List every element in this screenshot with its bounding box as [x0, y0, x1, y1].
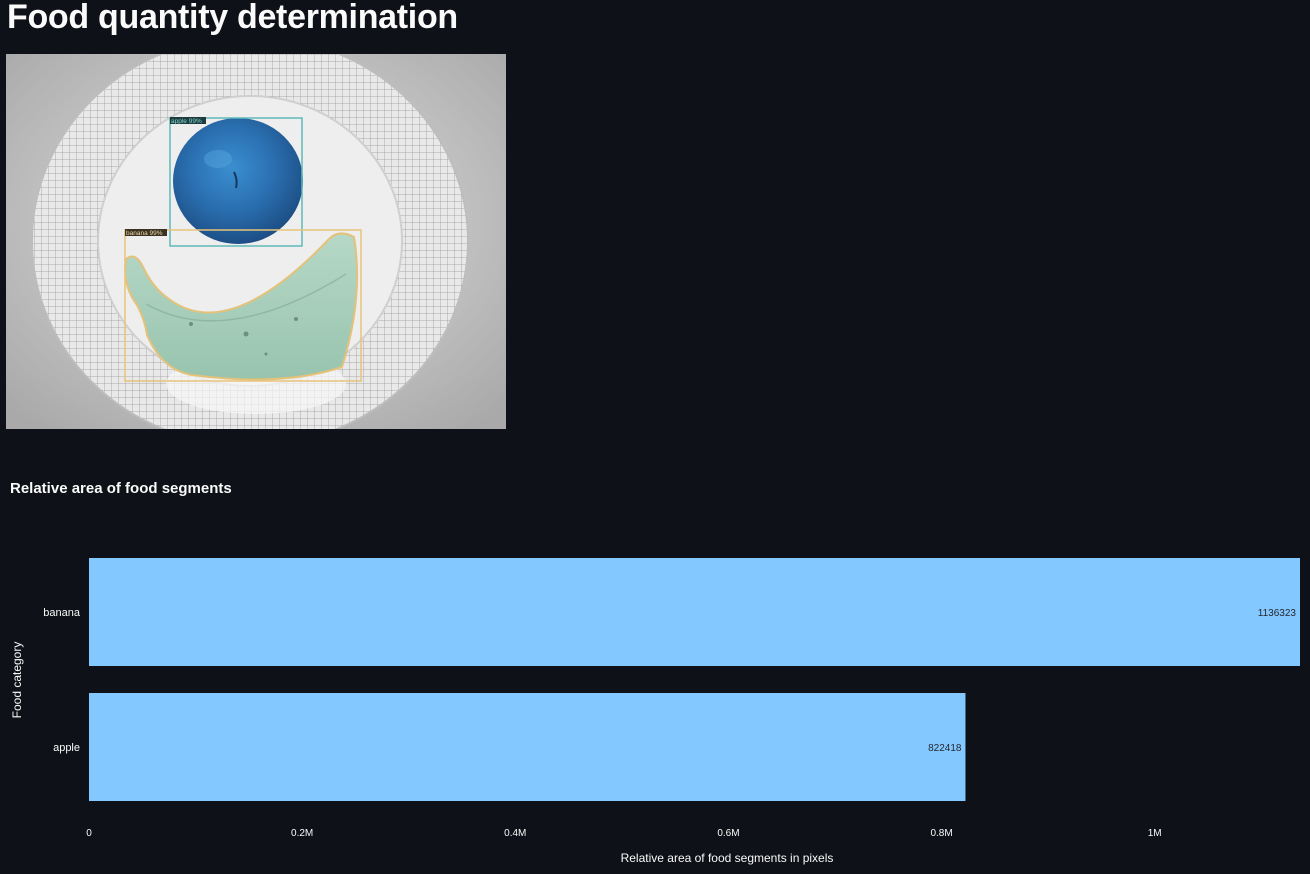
x-tick-label: 0.8M: [930, 828, 952, 839]
area-bar-chart[interactable]: 1136323 banana 822418 apple 0 0.2M 0.4M 0.6M 0.8…: [0, 520, 1310, 874]
x-tick-label: 0.4M: [504, 828, 526, 839]
x-axis-title: Relative area of food segments in pixels: [621, 851, 834, 865]
x-tick-label: 0.6M: [717, 828, 739, 839]
segmentation-result-image: apple 99% banana 99%: [6, 54, 506, 429]
plate-photo: apple 99% banana 99%: [6, 54, 506, 429]
bar-value-label-apple: 822418: [928, 743, 962, 754]
bar-banana[interactable]: [89, 558, 1300, 666]
bar-apple[interactable]: [89, 693, 966, 801]
apple-detection-label: apple 99%: [171, 118, 202, 125]
app-main: Food quantity determination apple 99% ba…: [0, 0, 1310, 874]
x-tick-label: 1M: [1148, 828, 1162, 839]
x-tick-label: 0.2M: [291, 828, 313, 839]
y-axis-title: Food category: [10, 642, 24, 719]
y-tick-label-apple: apple: [53, 742, 80, 754]
apple-segment: [173, 118, 303, 244]
chart-title: Relative area of food segments: [10, 480, 232, 497]
page-title: Food quantity determination: [7, 0, 458, 36]
banana-detection-label: banana 99%: [126, 230, 163, 237]
bar-value-label-banana: 1136323: [1258, 608, 1297, 619]
y-tick-label-banana: banana: [43, 607, 81, 619]
x-tick-label: 0: [86, 828, 92, 839]
